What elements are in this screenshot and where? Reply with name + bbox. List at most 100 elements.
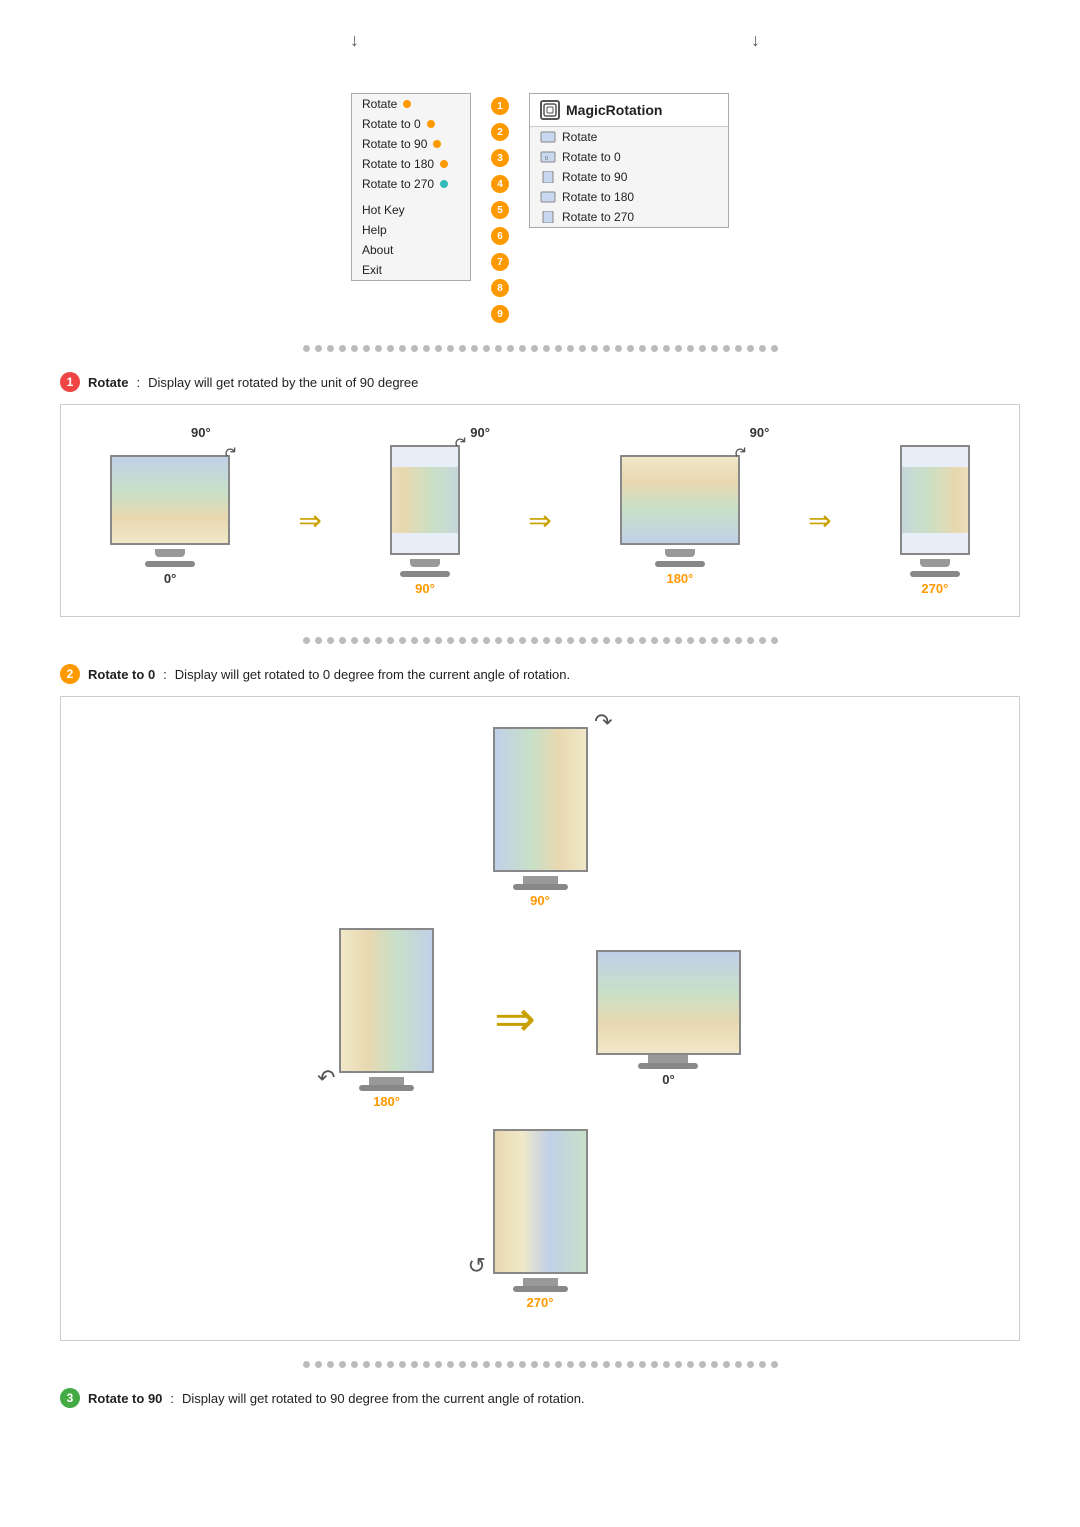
new-rotate-to-0-label: Rotate to 0: [562, 150, 621, 164]
rotate-to-90-label: Rotate to 90: [362, 137, 427, 151]
section2-badge: 2: [60, 664, 80, 684]
monitor-screen-270: [900, 445, 970, 555]
label-270-bottom: 270°: [527, 1295, 554, 1310]
screen-0-right: [598, 952, 739, 1053]
stand-180: [665, 549, 695, 557]
top-diagram: ↓ ↓ Rotate Rotate to 0 Rotate to 90 Rota…: [60, 30, 1020, 325]
new-menu-item-rotate: Rotate: [530, 127, 728, 147]
hotkey-label: Hot Key: [362, 203, 405, 217]
base-180: [359, 1085, 414, 1091]
screen-content-0: [112, 457, 228, 543]
base-270: [910, 571, 960, 577]
angle-top-1: 90°: [191, 425, 211, 440]
new-menu-item-rotate-0: 0 Rotate to 0: [530, 147, 728, 167]
monitor-90-top-body: [493, 727, 588, 872]
callout-9: 9: [491, 305, 509, 323]
monitor-screen-90: [390, 445, 460, 555]
separator-3: [60, 1361, 1020, 1368]
monitors-row-1: ↷ 0° ⇒ ↷ 90° ⇒: [81, 445, 999, 596]
stand-270-bottom: [523, 1278, 558, 1286]
curved-arrow-180: ↷: [317, 1065, 335, 1091]
screen-content-270: [900, 467, 970, 533]
base-0-right: [638, 1063, 698, 1069]
rotate-monitor-icon: [540, 131, 556, 143]
rotate-to-180-label: Rotate to 180: [362, 157, 434, 171]
svg-text:0: 0: [545, 156, 548, 162]
dot-orange-180: [440, 160, 448, 168]
monitor-screen-180: [620, 455, 740, 545]
exit-label: Exit: [362, 263, 382, 277]
section2-description: Display will get rotated to 0 degree fro…: [175, 667, 570, 682]
monitor-90-top: ↷ 90°: [493, 727, 588, 908]
monitor-270-bottom: ↺ 270°: [493, 1129, 588, 1310]
left-down-arrow: ↓: [350, 30, 359, 51]
monitor-0deg: ↷ 0°: [110, 455, 230, 586]
dot-orange-0: [427, 120, 435, 128]
separator-2: [60, 637, 1020, 644]
new-menu-item-rotate-270: Rotate to 270: [530, 207, 728, 227]
monitor-270-bottom-body: [493, 1129, 588, 1274]
screen-content-180: [622, 457, 738, 543]
screen-content-90: [390, 467, 460, 533]
dot-orange-90: [433, 140, 441, 148]
stand-270: [920, 559, 950, 567]
section3-colon: :: [170, 1391, 174, 1406]
screen-90-top: [495, 729, 586, 870]
rotate-to-0-label: Rotate to 0: [362, 117, 421, 131]
new-rotate-to-270-label: Rotate to 270: [562, 210, 634, 224]
section3-title: Rotate to 90: [88, 1391, 162, 1406]
old-menu: Rotate Rotate to 0 Rotate to 90 Rotate t…: [351, 93, 471, 281]
help-label: Help: [362, 223, 387, 237]
section2-diagram: ↷ 90° ↷ 180° ⇒: [60, 696, 1020, 1341]
label-180deg: 180°: [666, 571, 693, 586]
rotate-270-monitor-icon: [540, 211, 556, 223]
base-0: [145, 561, 195, 567]
about-label: About: [362, 243, 393, 257]
stand-180: [369, 1077, 404, 1085]
angle-top-2: 90°: [470, 425, 490, 440]
rotate-to-270-label: Rotate to 270: [362, 177, 434, 191]
new-menu-item-rotate-180: Rotate to 180: [530, 187, 728, 207]
callout-6: 6: [491, 227, 509, 245]
monitor-90deg: ↷ 90°: [390, 445, 460, 596]
section1-title: Rotate: [88, 375, 128, 390]
right-down-arrow: ↓: [751, 30, 760, 51]
rotate-0-monitor-icon: 0: [540, 151, 556, 163]
base-270-bottom: [513, 1286, 568, 1292]
menu-item-rotate-to-0: Rotate to 0: [352, 114, 470, 134]
magic-rotation-icon: [540, 100, 560, 120]
screen-270-bottom: [495, 1131, 586, 1272]
middle-row: ↷ 180° ⇒ 0°: [339, 928, 741, 1109]
magic-rotation-title: MagicRotation: [566, 102, 662, 118]
curved-arrow-90-top: ↷: [594, 709, 612, 735]
rotate-180-monitor-icon: [540, 191, 556, 203]
base-90-top: [513, 884, 568, 890]
curved-arrow-270: ↺: [468, 1253, 486, 1279]
menu-item-rotate-to-270: Rotate to 270: [352, 174, 470, 194]
arrow-2: ⇒: [528, 504, 551, 537]
section2-header: 2 Rotate to 0 : Display will get rotated…: [60, 664, 1020, 684]
new-rotate-to-180-label: Rotate to 180: [562, 190, 634, 204]
menu-item-rotate: Rotate: [352, 94, 470, 114]
menu-item-about: About: [352, 240, 470, 260]
menu-item-hotkey: Hot Key: [352, 200, 470, 220]
dot-orange-rotate: [403, 100, 411, 108]
section1-description: Display will get rotated by the unit of …: [148, 375, 418, 390]
label-270deg: 270°: [921, 581, 948, 596]
label-90-top: 90°: [530, 893, 550, 908]
new-menu-item-rotate-90: Rotate to 90: [530, 167, 728, 187]
monitor-0-right: 0°: [596, 950, 741, 1087]
new-menu: MagicRotation Rotate 0 Rotate to 0: [529, 93, 729, 228]
section3-badge: 3: [60, 1388, 80, 1408]
monitor-screen-0: [110, 455, 230, 545]
dot-teal-270: [440, 180, 448, 188]
callout-3: 3: [491, 149, 509, 167]
menu-item-exit: Exit: [352, 260, 470, 280]
label-90deg: 90°: [415, 581, 435, 596]
separator-1: [60, 345, 1020, 352]
rotate-label: Rotate: [362, 97, 397, 111]
menu-item-help: Help: [352, 220, 470, 240]
base-90: [400, 571, 450, 577]
new-rotate-to-90-label: Rotate to 90: [562, 170, 627, 184]
menu-item-rotate-to-90: Rotate to 90: [352, 134, 470, 154]
